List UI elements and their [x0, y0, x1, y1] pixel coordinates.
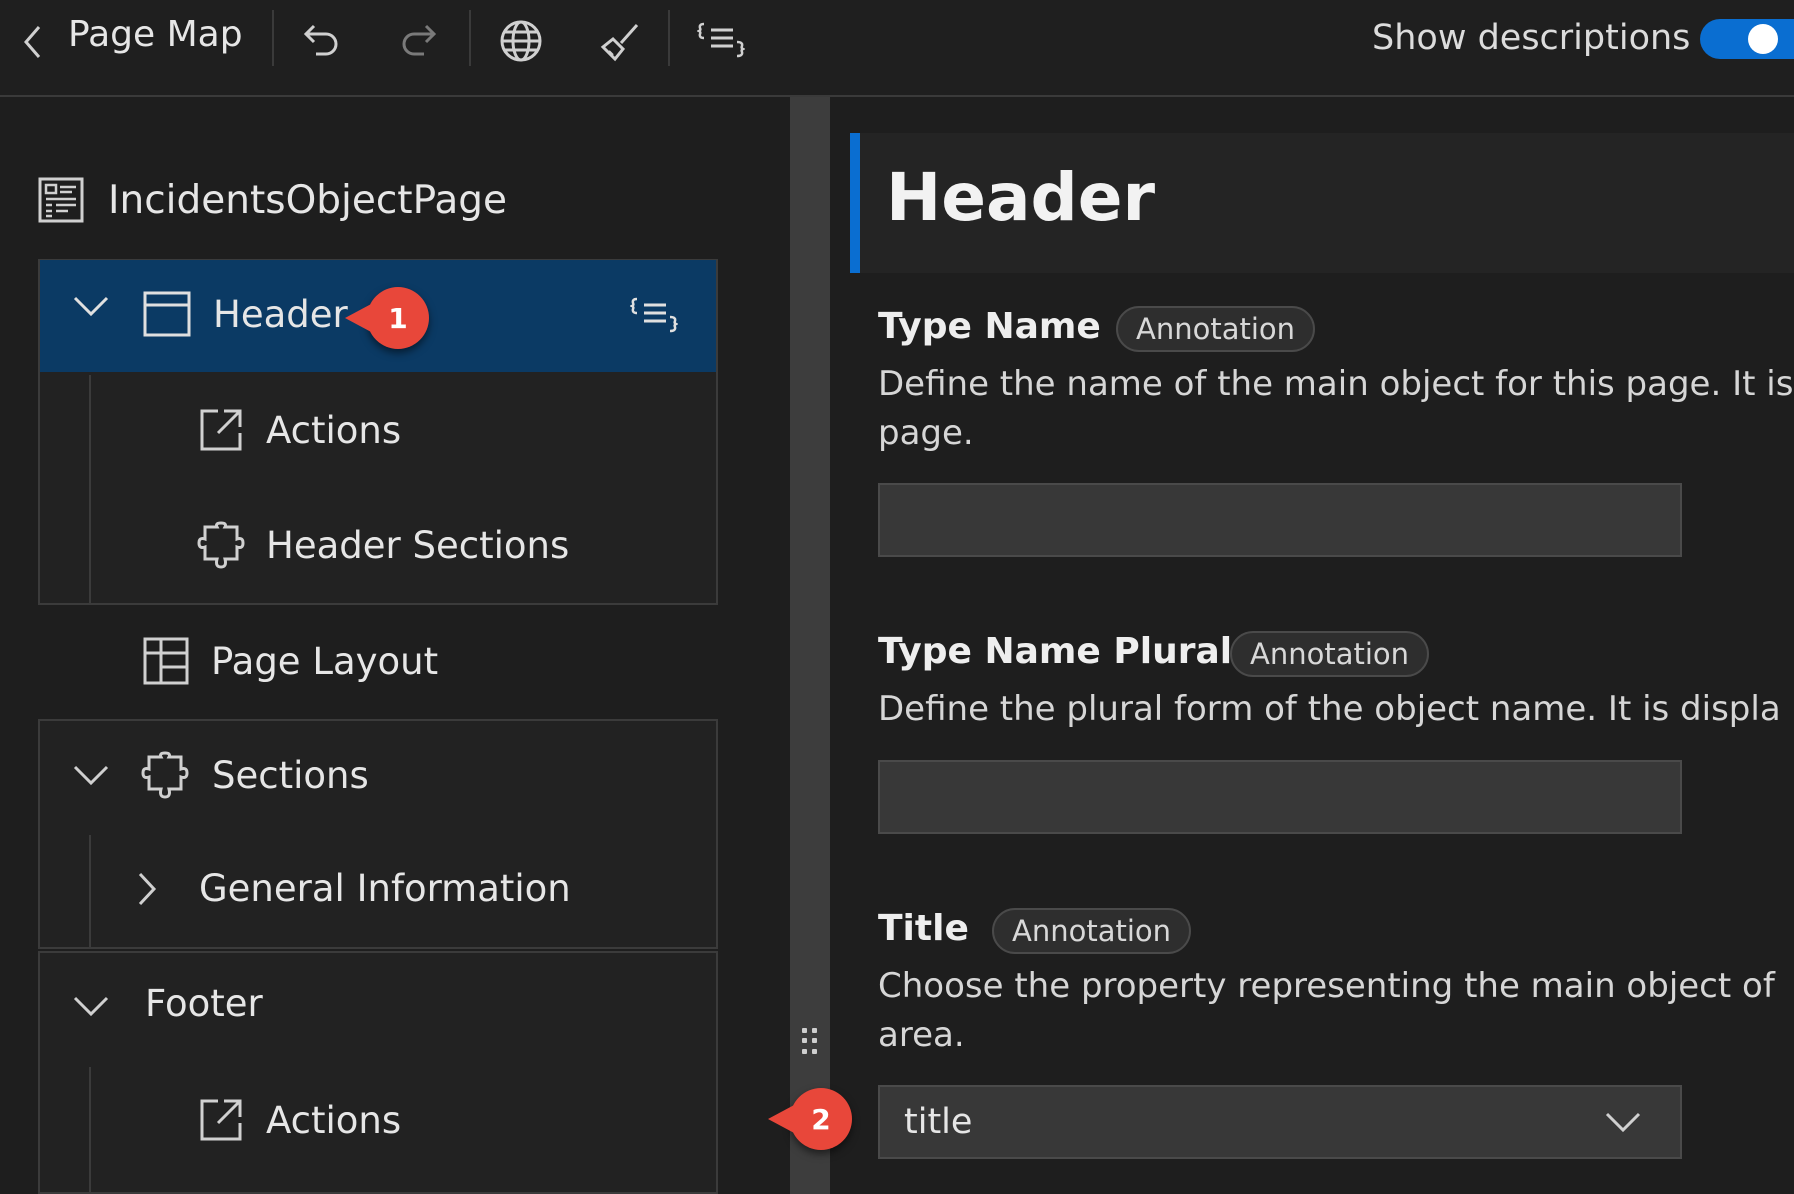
external-link-icon [198, 1097, 244, 1143]
annotation-badge: Annotation [1230, 631, 1430, 677]
chevron-down-icon[interactable] [72, 293, 110, 319]
tree-item-label: Footer [145, 982, 263, 1025]
show-descriptions-toggle[interactable] [1700, 19, 1794, 59]
type-name-description-line: page. [878, 413, 974, 453]
title-label: Title [878, 908, 969, 949]
properties-header: Header [850, 133, 1794, 273]
type-name-plural-description: Define the plural form of the object nam… [878, 689, 1781, 729]
back-icon[interactable] [18, 22, 48, 62]
properties-panel: Header Type Name Annotation Define the n… [830, 97, 1794, 1194]
callout-2: 2 [768, 1088, 852, 1150]
title-select-value: title [904, 1102, 973, 1142]
annotation-badge: Annotation [992, 908, 1192, 954]
footer-group [38, 951, 718, 1194]
chevron-down-icon[interactable] [72, 993, 110, 1019]
callout-1: 1 [345, 287, 429, 349]
page-title: Page Map [68, 14, 243, 55]
outline-icon[interactable] [696, 18, 746, 62]
properties-heading: Header [886, 159, 1156, 236]
redo-icon[interactable] [396, 18, 440, 62]
toolbar-divider [469, 10, 471, 66]
tree-item-label: Sections [212, 753, 369, 797]
layout-icon [143, 637, 189, 685]
tree-item-sections[interactable]: Sections [140, 751, 369, 799]
type-name-description: Define the name of the main object for t… [878, 360, 1794, 458]
title-description-line: area. [878, 1015, 965, 1055]
outline-icon[interactable] [630, 295, 678, 335]
brush-icon[interactable] [598, 20, 642, 64]
show-descriptions-label: Show descriptions [1372, 18, 1691, 58]
tree-item-footer[interactable]: Footer [145, 982, 263, 1025]
chevron-right-icon[interactable] [136, 871, 158, 907]
tree-item-label: Header Sections [266, 523, 570, 567]
toolbar-divider [668, 10, 670, 66]
object-page-icon [38, 177, 84, 223]
header-icon [143, 291, 191, 337]
tree-root[interactable]: IncidentsObjectPage [38, 177, 507, 223]
type-name-plural-field[interactable] [878, 760, 1682, 834]
tree-item-label: Actions [266, 1098, 402, 1142]
tree-item-header-actions[interactable]: Actions [198, 407, 401, 453]
globe-icon[interactable] [498, 18, 544, 64]
chevron-down-icon[interactable] [1604, 1110, 1642, 1134]
page-map-tree: IncidentsObjectPage Header 1 Actions Hea… [0, 97, 790, 1194]
tree-item-header-sections[interactable]: Header Sections [196, 521, 569, 569]
tree-item-header-label: Header [213, 293, 348, 336]
type-name-description-line: Define the name of the main object for t… [878, 364, 1794, 404]
tree-guide [89, 375, 91, 603]
puzzle-icon [140, 751, 190, 799]
tree-guide [89, 1067, 91, 1192]
tree-item-label: General Information [199, 867, 571, 910]
tree-item-header-label-wrap: Header [213, 293, 348, 336]
title-description: Choose the property representing the mai… [878, 962, 1794, 1060]
tree-item-footer-actions[interactable]: Actions [198, 1097, 401, 1143]
external-link-icon [198, 407, 244, 453]
title-description-line: Choose the property representing the mai… [878, 966, 1775, 1006]
undo-icon[interactable] [300, 18, 344, 62]
drag-handle-icon[interactable] [802, 1028, 818, 1056]
type-name-label: Type Name [878, 306, 1101, 347]
tree-guide [89, 835, 91, 947]
tree-item-label: Page Layout [211, 639, 439, 683]
annotation-badge: Annotation [1116, 306, 1316, 352]
type-name-field[interactable] [878, 483, 1682, 557]
tree-root-label: IncidentsObjectPage [108, 177, 508, 223]
title-select[interactable]: title [878, 1085, 1682, 1159]
tree-item-general-information[interactable]: General Information [199, 867, 571, 910]
toolbar: Page Map Show descriptions [0, 0, 1794, 97]
chevron-down-icon[interactable] [72, 762, 110, 788]
type-name-plural-label: Type Name Plural [878, 631, 1233, 672]
tree-item-page-layout[interactable]: Page Layout [143, 637, 438, 685]
toggle-knob[interactable] [1748, 24, 1778, 54]
toolbar-divider [272, 10, 274, 66]
tree-item-label: Actions [266, 408, 402, 452]
puzzle-icon [196, 521, 246, 569]
